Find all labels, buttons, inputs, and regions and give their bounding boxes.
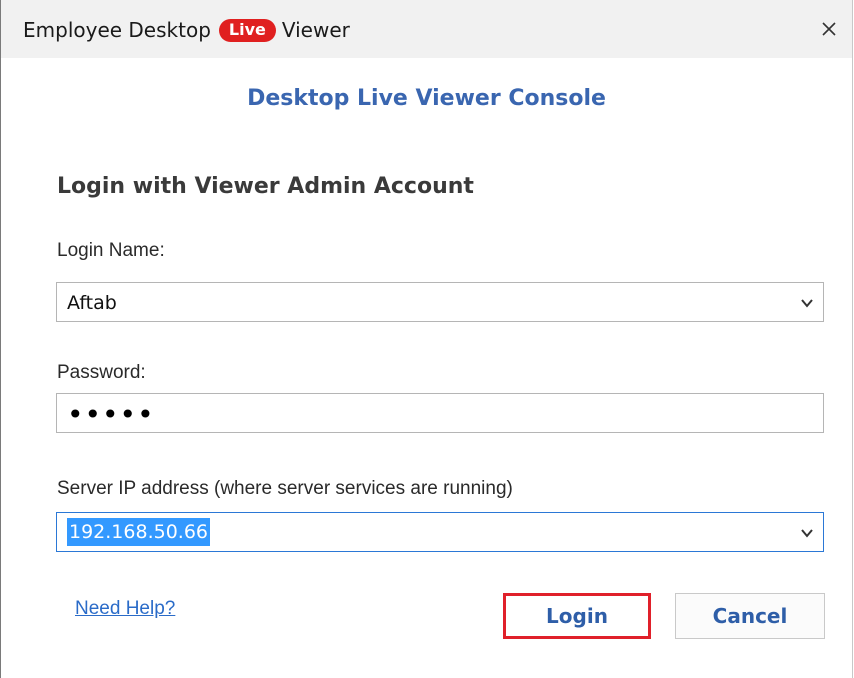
close-icon: [822, 22, 836, 36]
chevron-down-icon[interactable]: [799, 525, 815, 541]
server-ip-value: 192.168.50.66: [67, 518, 211, 546]
server-ip-label: Server IP address (where server services…: [57, 478, 513, 499]
password-label: Password:: [57, 362, 146, 383]
login-name-value: Aftab: [67, 292, 117, 314]
window-title: Employee Desktop Live Viewer: [23, 18, 350, 42]
password-field[interactable]: •••••: [56, 393, 824, 433]
title-text-prefix: Employee Desktop: [23, 18, 211, 42]
login-button[interactable]: Login: [503, 593, 651, 639]
title-bar: Employee Desktop Live Viewer: [1, 0, 852, 58]
cancel-button[interactable]: Cancel: [675, 593, 825, 639]
console-heading: Desktop Live Viewer Console: [247, 86, 606, 111]
need-help-link[interactable]: Need Help?: [75, 598, 175, 620]
title-text-suffix: Viewer: [281, 18, 350, 42]
login-name-combobox[interactable]: Aftab: [56, 282, 824, 322]
server-ip-combobox[interactable]: 192.168.50.66: [56, 512, 824, 552]
login-section-heading: Login with Viewer Admin Account: [57, 174, 474, 199]
live-badge: Live: [218, 18, 276, 42]
login-dialog: Employee Desktop Live Viewer Desktop Liv…: [0, 0, 853, 678]
chevron-down-icon[interactable]: [799, 295, 815, 311]
login-name-label: Login Name:: [57, 240, 165, 261]
password-masked-value: •••••: [67, 398, 155, 431]
close-button[interactable]: [816, 16, 842, 42]
